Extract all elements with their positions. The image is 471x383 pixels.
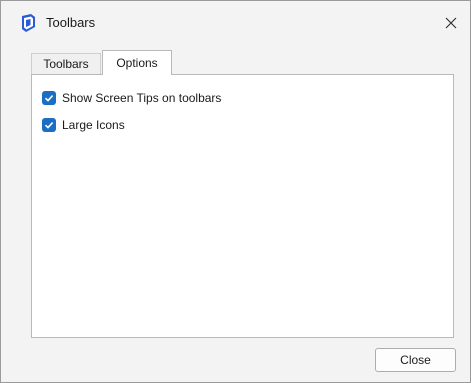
checkbox-label: Large Icons <box>62 118 125 132</box>
sketchup-logo-icon <box>18 13 38 33</box>
tab-toolbars[interactable]: Toolbars <box>31 53 101 74</box>
window-title: Toolbars <box>46 15 96 30</box>
tab-label: Options <box>116 56 158 70</box>
options-panel <box>31 74 454 338</box>
large-icons-checkbox[interactable]: Large Icons <box>42 117 125 133</box>
close-button[interactable]: Close <box>375 348 456 372</box>
show-screen-tips-checkbox[interactable]: Show Screen Tips on toolbars <box>42 90 221 106</box>
checkmark-icon[interactable] <box>42 118 56 132</box>
close-button-label: Close <box>400 353 431 367</box>
tab-options[interactable]: Options <box>102 50 172 75</box>
title-bar: Toolbars <box>1 1 470 45</box>
checkbox-label: Show Screen Tips on toolbars <box>62 91 222 105</box>
dialog-window: Toolbars Toolbars Options Show Screen Ti… <box>0 0 471 383</box>
tab-label: Toolbars <box>43 57 89 71</box>
checkmark-icon[interactable] <box>42 91 56 105</box>
close-icon[interactable] <box>439 11 463 35</box>
